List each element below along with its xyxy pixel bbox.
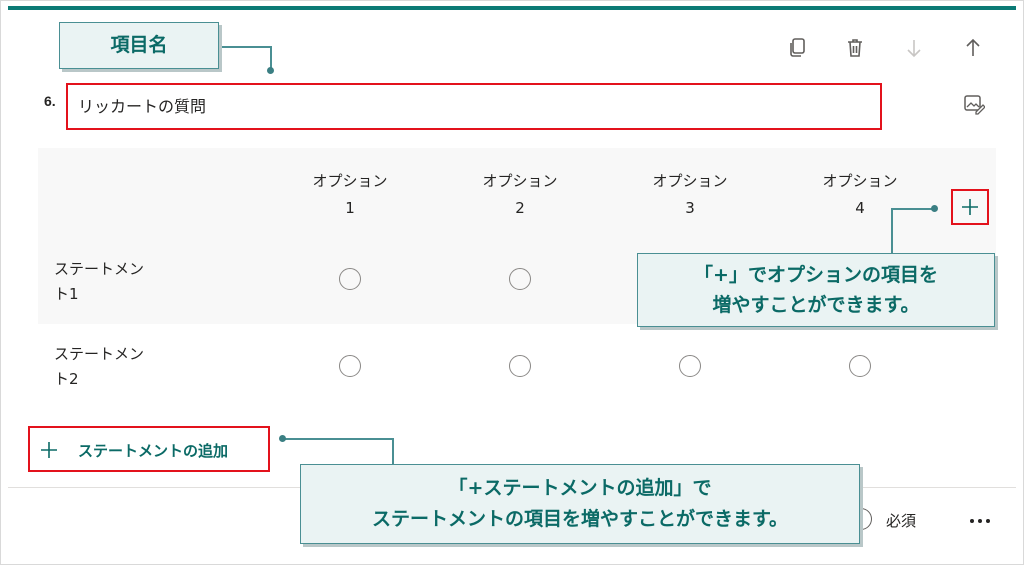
add-option-button[interactable]: [951, 189, 989, 225]
ellipsis-icon[interactable]: [966, 510, 994, 532]
callout-add-statement: 「+ステートメントの追加」で ステートメントの項目を増やすことができます。: [300, 464, 860, 544]
required-label: 必須: [886, 512, 917, 530]
option-header-text: オプション: [652, 172, 728, 190]
connector-line: [219, 46, 271, 48]
radio-s1-o1[interactable]: [339, 268, 361, 290]
statement-text: ステートメン: [54, 260, 145, 278]
callout-text: 「+」でオプションの項目を: [694, 264, 938, 286]
connector-dot: [931, 205, 938, 212]
statement-label-1[interactable]: ステートメン ト1: [54, 257, 174, 307]
radio-s2-o1[interactable]: [339, 355, 361, 377]
radio-s2-o2[interactable]: [509, 355, 531, 377]
copy-icon[interactable]: [785, 35, 809, 61]
radio-s2-o4[interactable]: [849, 355, 871, 377]
option-header-text: オプション: [312, 172, 388, 190]
card-accent-bar: [8, 6, 1016, 10]
question-number: 6.: [44, 93, 56, 109]
option-header-number: 2: [515, 199, 525, 217]
option-header-1[interactable]: オプション 1: [285, 168, 415, 222]
callout-text: 増やすことができます。: [712, 294, 920, 316]
connector-dot: [267, 67, 274, 74]
connector-dot: [279, 435, 286, 442]
connector-line: [891, 208, 893, 254]
radio-s1-o2[interactable]: [509, 268, 531, 290]
image-edit-icon[interactable]: [962, 92, 986, 116]
option-header-text: オプション: [482, 172, 558, 190]
radio-s2-o3[interactable]: [679, 355, 701, 377]
option-header-2[interactable]: オプション 2: [455, 168, 585, 222]
connector-line: [891, 208, 935, 210]
add-statement-button[interactable]: ステートメントの追加: [28, 426, 270, 472]
arrow-up-icon[interactable]: [961, 35, 985, 61]
callout-text: ステートメントの項目を増やすことができます。: [371, 508, 789, 530]
connector-line: [282, 438, 393, 440]
option-header-3[interactable]: オプション 3: [625, 168, 755, 222]
arrow-down-icon[interactable]: [902, 35, 926, 61]
option-header-number: 1: [345, 199, 355, 217]
plus-icon: [41, 442, 57, 458]
statement-text-cont: ト1: [54, 285, 79, 303]
callout-item-name: 項目名: [59, 22, 219, 69]
connector-line: [392, 438, 394, 465]
add-statement-label: ステートメントの追加: [78, 442, 229, 460]
statement-label-2[interactable]: ステートメン ト2: [54, 342, 174, 392]
statement-text: ステートメン: [54, 345, 145, 363]
plus-icon: [962, 199, 978, 215]
option-header-4[interactable]: オプション 4: [795, 168, 925, 222]
question-title-highlight: [66, 83, 882, 130]
callout-add-option: 「+」でオプションの項目を 増やすことができます。: [637, 253, 995, 327]
statement-text-cont: ト2: [54, 370, 79, 388]
callout-text: 「+ステートメントの追加」で: [448, 477, 712, 499]
option-header-number: 3: [685, 199, 695, 217]
trash-icon[interactable]: [843, 35, 867, 61]
option-header-text: オプション: [822, 172, 898, 190]
